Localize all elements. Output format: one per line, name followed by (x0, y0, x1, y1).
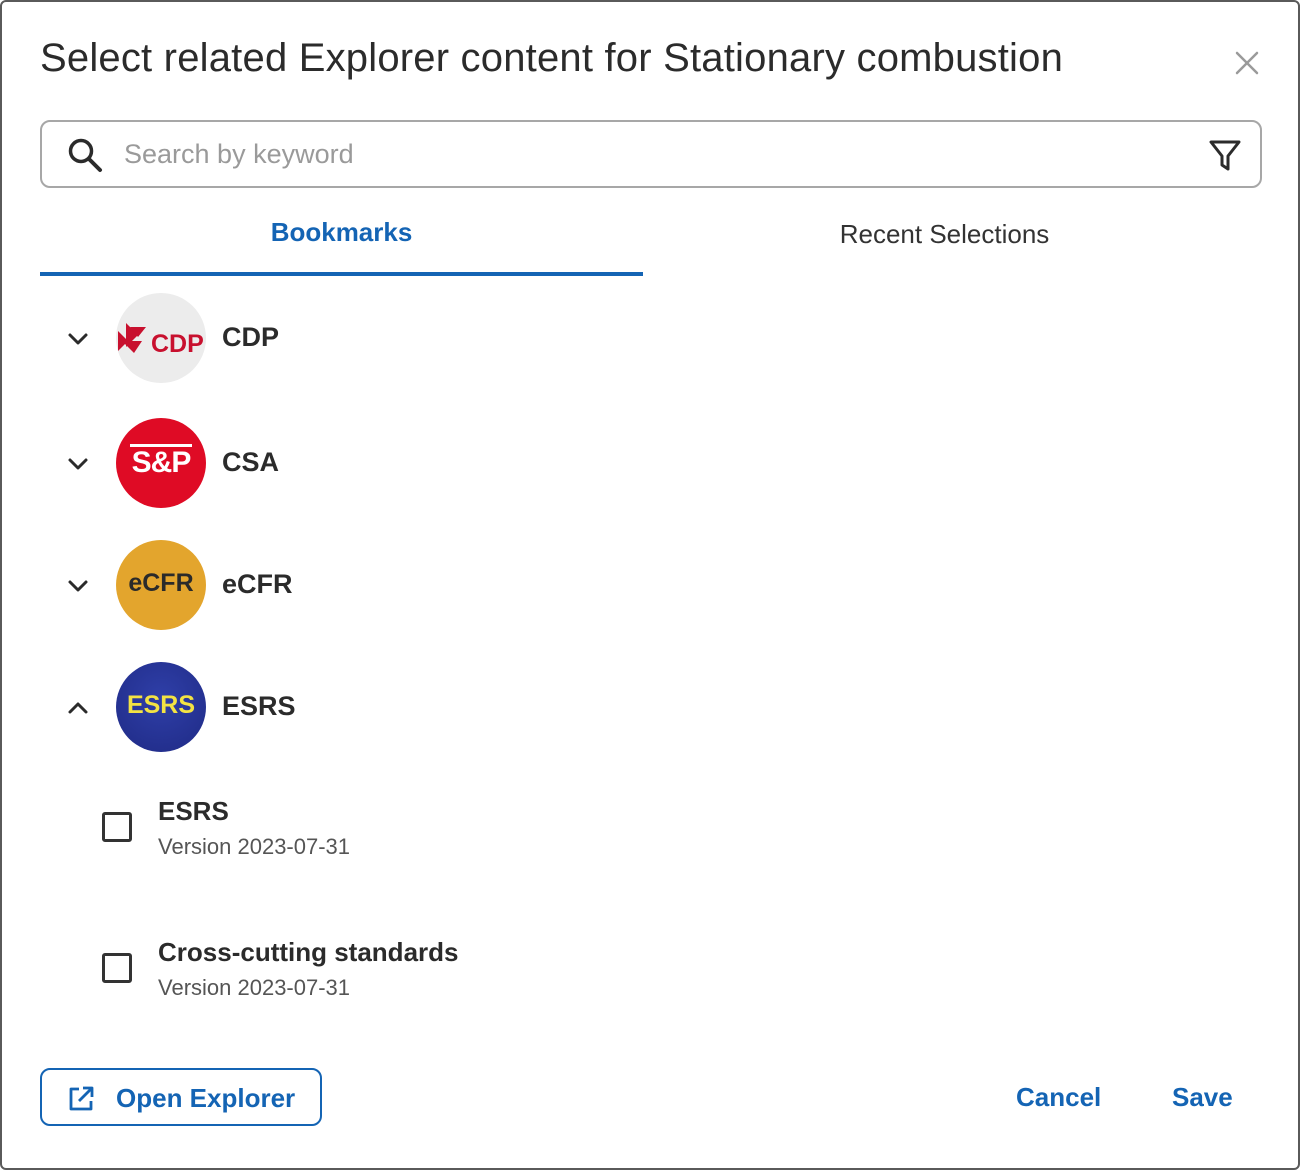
list-item: ESRS Version 2023-07-31 (98, 796, 698, 866)
cdp-logo: CDP (116, 293, 206, 383)
dialog: Select related Explorer content for Stat… (0, 0, 1300, 1170)
tab-bookmarks-label: Bookmarks (270, 216, 413, 247)
chevron-up-icon[interactable] (64, 694, 92, 722)
item-checkbox[interactable] (102, 953, 132, 983)
save-button[interactable]: Save (1172, 1082, 1233, 1113)
tab-bookmarks[interactable]: Bookmarks (40, 198, 643, 276)
group-esrs: ESRS ESRS (56, 661, 656, 753)
cancel-button[interactable]: Cancel (1016, 1082, 1101, 1113)
open-explorer-label: Open Explorer (116, 1083, 296, 1113)
chevron-down-icon[interactable] (64, 325, 92, 353)
search-input[interactable] (122, 130, 1186, 178)
chevron-down-icon[interactable] (64, 450, 92, 478)
filter-icon[interactable] (1206, 136, 1244, 174)
tab-recent-selections[interactable]: Recent Selections (643, 198, 1246, 276)
close-icon[interactable] (1228, 44, 1266, 82)
item-title: ESRS (158, 796, 229, 826)
group-label-cdp[interactable]: CDP (222, 322, 279, 353)
tab-recent-selections-label: Recent Selections (839, 218, 1050, 249)
group-ecfr: eCFR eCFR (56, 539, 656, 631)
open-explorer-button[interactable]: Open Explorer (40, 1068, 322, 1126)
dialog-title: Select related Explorer content for Stat… (40, 36, 1064, 80)
chevron-down-icon[interactable] (64, 572, 92, 600)
search-icon (68, 138, 102, 172)
group-label-csa[interactable]: CSA (222, 447, 279, 478)
item-checkbox[interactable] (102, 812, 132, 842)
list-item: Cross-cutting standards Version 2023-07-… (98, 937, 698, 1007)
svg-text:CDP: CDP (151, 330, 204, 358)
search-box (40, 120, 1262, 188)
group-cdp: CDP CDP (56, 292, 656, 384)
esrs-logo: ESRS (116, 662, 206, 752)
group-csa: S&P CSA (56, 417, 656, 509)
sp-logo: S&P (116, 418, 206, 508)
item-version: Version 2023-07-31 (158, 834, 351, 859)
ecfr-logo: eCFR (116, 540, 206, 630)
group-label-esrs[interactable]: ESRS (222, 691, 296, 722)
item-title: Cross-cutting standards (158, 937, 459, 967)
group-label-ecfr[interactable]: eCFR (222, 569, 293, 600)
item-version: Version 2023-07-31 (158, 975, 351, 1000)
external-link-icon (69, 1086, 94, 1111)
